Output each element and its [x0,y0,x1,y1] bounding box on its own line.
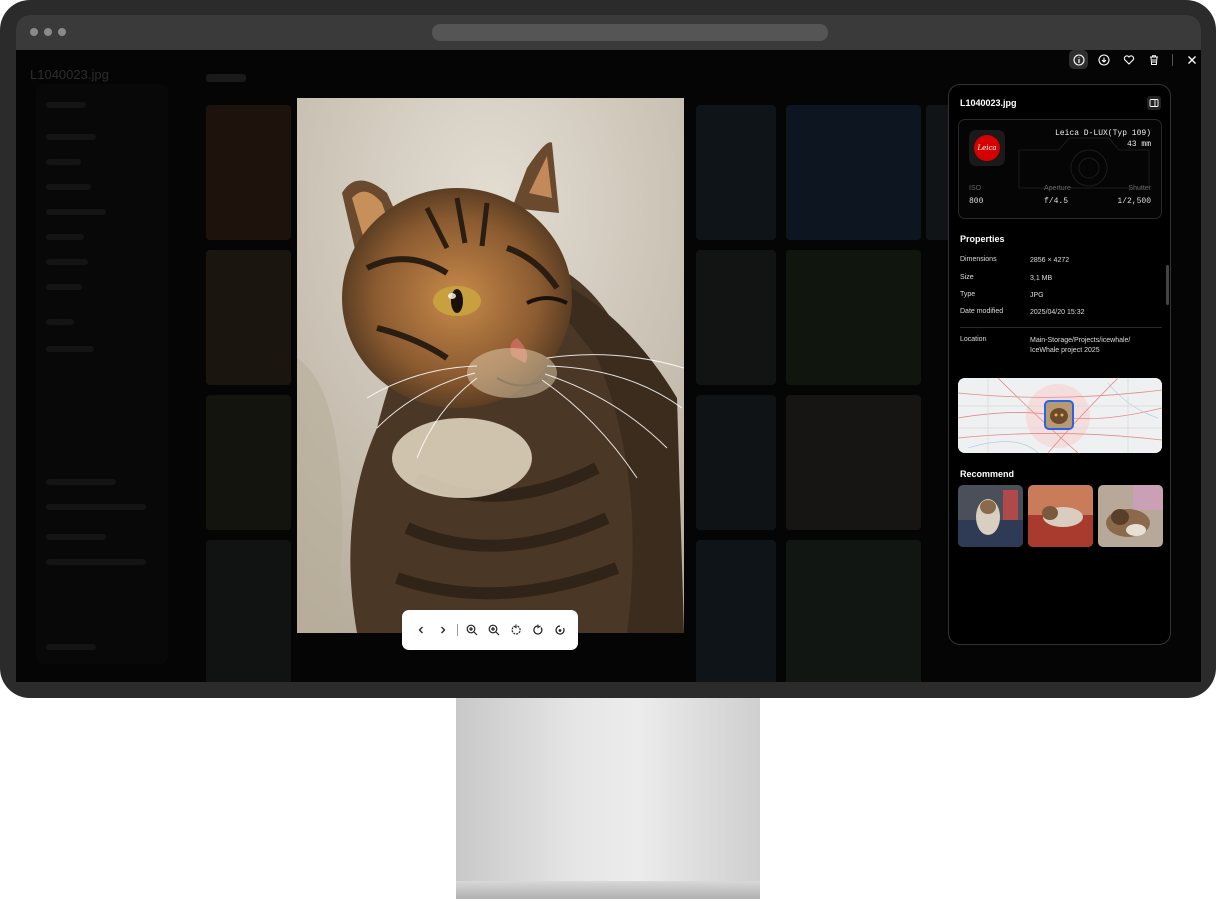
browser-titlebar [16,15,1201,50]
property-value: 3,1 MB [1030,275,1053,282]
panel-filename: L1040023.jpg [960,98,1017,108]
info-icon[interactable] [1069,50,1088,69]
recommend-heading: Recommend [960,469,1015,479]
recommend-list [958,485,1163,547]
recommend-thumbnail[interactable] [1028,485,1093,547]
property-value: 2025/04/20 15:32 [1030,309,1085,316]
camera-outline-graphic [1018,137,1150,189]
close-dot[interactable] [30,28,38,36]
recommend-thumbnail[interactable] [1098,485,1163,547]
dimmed-header [206,74,246,82]
minimize-dot[interactable] [44,28,52,36]
property-label: Type [960,291,976,298]
controls-divider [457,624,458,636]
focal-length: 43 mm [1126,140,1151,149]
toolbar-divider [1172,53,1173,66]
shutter-label: Shutter [1128,185,1151,192]
zoom-in-icon[interactable] [463,621,481,639]
monitor-stand [456,698,760,881]
chevron-left-icon[interactable] [412,621,430,639]
camera-model: Leica D-LUX(Typ 109) [1054,129,1151,138]
viewer-toolbar [1069,50,1201,69]
viewer-controls [402,610,578,650]
close-icon[interactable] [1182,50,1201,69]
shutter-value: 1/2,500 [1117,197,1151,206]
cat-image [297,98,684,633]
info-panel: L1040023.jpg Leica Leica D-LUX(Typ 109) … [948,84,1171,645]
property-value: 2856 × 4272 [1030,257,1070,264]
rotate-right-icon[interactable] [529,621,547,639]
iso-value: 800 [969,197,984,206]
chevron-right-icon[interactable] [434,621,452,639]
monitor: L1040023.jpg L1040023.jpg Leica Leica D-… [0,0,1216,698]
property-value: JPG [1030,292,1044,299]
location-path[interactable]: Main-Storage/Projects/icewhale/ IceWhale… [1030,336,1155,356]
leica-logo: Leica [974,135,1000,161]
iso-label: ISO [969,185,982,192]
cat-photo [297,98,684,633]
location-label: Location [960,336,987,343]
properties-heading: Properties [960,234,1005,244]
exif-iso: ISO 800 [969,185,1029,206]
reset-icon[interactable] [551,621,569,639]
dimmed-sidebar [36,84,168,664]
camera-card: Leica Leica D-LUX(Typ 109) 43 mm ISO 800… [958,119,1162,219]
property-label: Size [960,274,974,281]
location-map[interactable] [958,378,1162,453]
property-label: Date modified [960,308,1004,315]
property-label: Dimensions [960,256,997,263]
monitor-stand-base [456,881,760,899]
address-bar[interactable] [432,24,828,41]
maximize-dot[interactable] [58,28,66,36]
download-icon[interactable] [1094,50,1113,69]
panel-scrollbar[interactable] [1166,265,1169,305]
properties-divider [960,327,1162,328]
recommend-thumbnail[interactable] [958,485,1023,547]
rotate-left-icon[interactable] [507,621,525,639]
viewer-filename: L1040023.jpg [30,67,109,82]
sidebar-toggle-icon[interactable] [1147,96,1161,110]
exif-shutter: Shutter 1/2,500 [1091,185,1151,206]
camera-brand-logo: Leica [969,130,1005,166]
map-photo-pin[interactable] [1044,400,1074,430]
heart-icon[interactable] [1119,50,1138,69]
trash-icon[interactable] [1144,50,1163,69]
zoom-out-icon[interactable] [485,621,503,639]
window-controls [30,28,66,36]
